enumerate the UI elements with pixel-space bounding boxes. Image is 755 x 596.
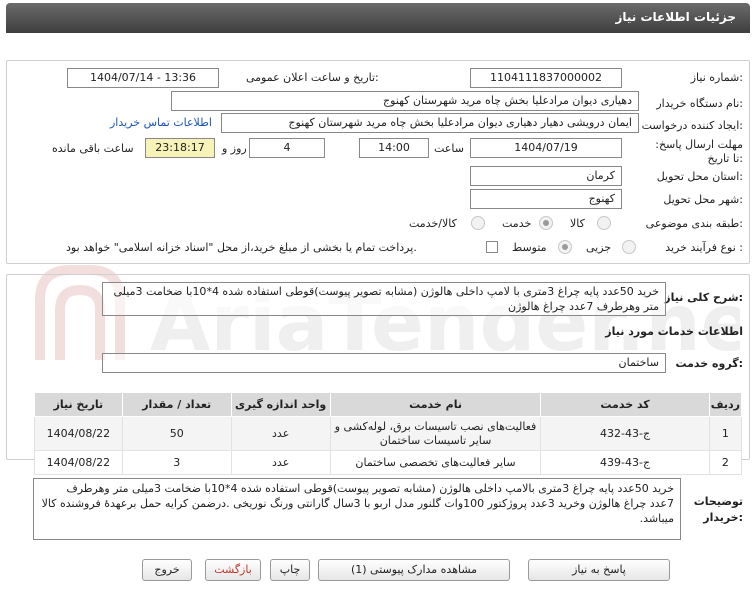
category-option-goods-service: کالا/خدمت <box>409 217 457 230</box>
need-number-field: 1104111837000002 <box>470 68 622 88</box>
table-row: 1404/08/22 3 عدد سایر فعالیت‌های تخصصی س… <box>34 450 743 475</box>
print-button[interactable]: چاپ <box>270 559 310 581</box>
view-attachments-button[interactable]: مشاهده مدارک پیوستی (1) <box>318 559 510 581</box>
cell-need-date: 1404/08/22 <box>34 416 123 451</box>
treasury-payment-checkbox[interactable] <box>486 241 498 253</box>
cell-service-code: ج-43-439 <box>540 450 710 475</box>
page-header: جزئیات اطلاعات نیاز <box>6 3 750 33</box>
category-option-service: خدمت <box>502 217 532 230</box>
countdown-field: 23:18:17 <box>145 138 215 158</box>
table-header-row: تاریخ نیاز تعداد / مقدار واحد اندازه گیر… <box>34 392 743 417</box>
services-section-title: اطلاعات خدمات مورد نیاز <box>605 325 743 338</box>
announce-date-label: تاریخ و ساعت اعلان عمومی: <box>246 71 379 84</box>
page-title: جزئیات اطلاعات نیاز <box>615 10 736 24</box>
cell-service-name: فعالیت‌های نصب تاسیسات برق، لوله‌کشی و س… <box>329 416 542 451</box>
summary-field: خرید 50عدد پایه چراغ 3متری با لامپ داخلی… <box>102 282 666 316</box>
days-label: روز و <box>222 142 247 155</box>
process-radio-minor[interactable] <box>622 240 636 254</box>
city-label: شهر محل تحویل: <box>663 193 743 206</box>
announce-date-field: 1404/07/14 - 13:36 <box>67 68 219 88</box>
category-option-goods: کالا <box>570 217 585 230</box>
treasury-payment-note: پرداخت تمام یا بخشی از مبلغ خرید،از محل … <box>66 241 417 254</box>
process-option-medium: متوسط <box>512 241 547 254</box>
creator-label: ایجاد کننده درخواست: <box>641 119 743 132</box>
col-service-code: کد خدمت <box>540 392 710 417</box>
category-radio-goods-service[interactable] <box>471 216 485 230</box>
need-number-label: شماره نیاز: <box>690 71 743 84</box>
col-need-date: تاریخ نیاز <box>34 392 123 417</box>
col-row-number: ردیف <box>708 392 743 417</box>
creator-field: ایمان درویشی دهیار دهیاری دیوان مرادعلیا… <box>221 113 639 133</box>
cell-quantity: 3 <box>121 450 232 475</box>
services-table: تاریخ نیاز تعداد / مقدار واحد اندازه گیر… <box>34 392 743 475</box>
province-label: استان محل تحویل: <box>656 170 743 183</box>
col-unit: واحد اندازه گیری <box>230 392 331 417</box>
col-service-name: نام خدمت <box>329 392 542 417</box>
reply-to-need-button[interactable]: پاسخ به نیاز <box>528 559 670 581</box>
service-group-label: گروه خدمت: <box>675 357 743 370</box>
category-label: طبقه بندی موضوعی: <box>645 217 743 230</box>
cell-unit: عدد <box>230 450 331 475</box>
buyer-org-label: نام دستگاه خریدار: <box>656 97 743 110</box>
buyer-org-field: دهیاری دیوان مرادعلیا بخش چاه مرید شهرست… <box>171 91 639 111</box>
days-remaining-field: 4 <box>249 138 325 158</box>
buyer-notes-label: توضیحات خریدار: <box>693 495 743 524</box>
process-radio-medium[interactable] <box>558 240 572 254</box>
process-option-minor: جزیی <box>586 241 612 254</box>
cell-row-number: 1 <box>708 416 743 451</box>
exit-button[interactable]: خروج <box>142 559 192 581</box>
cell-need-date: 1404/08/22 <box>34 450 123 475</box>
category-radio-service[interactable] <box>539 216 553 230</box>
remaining-label: ساعت باقی مانده <box>52 142 134 155</box>
deadline-time-label: ساعت <box>434 142 464 155</box>
cell-quantity: 50 <box>121 416 232 451</box>
process-type-label: نوع فرآیند خرید : <box>665 241 743 254</box>
deadline-label: مهلت ارسال پاسخ: تا تاریخ: <box>647 138 743 166</box>
city-field: کهنوج <box>470 189 622 209</box>
cell-unit: عدد <box>230 416 331 451</box>
col-quantity: تعداد / مقدار <box>121 392 232 417</box>
province-field: کرمان <box>470 166 622 186</box>
cell-service-name: سایر فعالیت‌های تخصصی ساختمان <box>329 450 542 475</box>
cell-row-number: 2 <box>708 450 743 475</box>
deadline-date-field: 1404/07/19 <box>470 138 622 158</box>
deadline-label-text: مهلت ارسال پاسخ: تا تاریخ: <box>655 138 743 165</box>
buyer-contact-link[interactable]: اطلاعات تماس خریدار <box>110 116 212 129</box>
buyer-notes-field: خرید 50عدد پایه چراغ 3متری بالامپ داخلی … <box>33 478 681 540</box>
deadline-time-field: 14:00 <box>359 138 429 158</box>
service-group-field: ساختمان <box>102 353 666 373</box>
summary-label: شرح کلی نیاز: <box>664 291 743 304</box>
table-row: 1404/08/22 50 عدد فعالیت‌های نصب تاسیسات… <box>34 416 743 451</box>
cell-service-code: ج-43-432 <box>540 416 710 451</box>
category-radio-goods[interactable] <box>597 216 611 230</box>
back-button[interactable]: بازگشت <box>205 559 261 581</box>
